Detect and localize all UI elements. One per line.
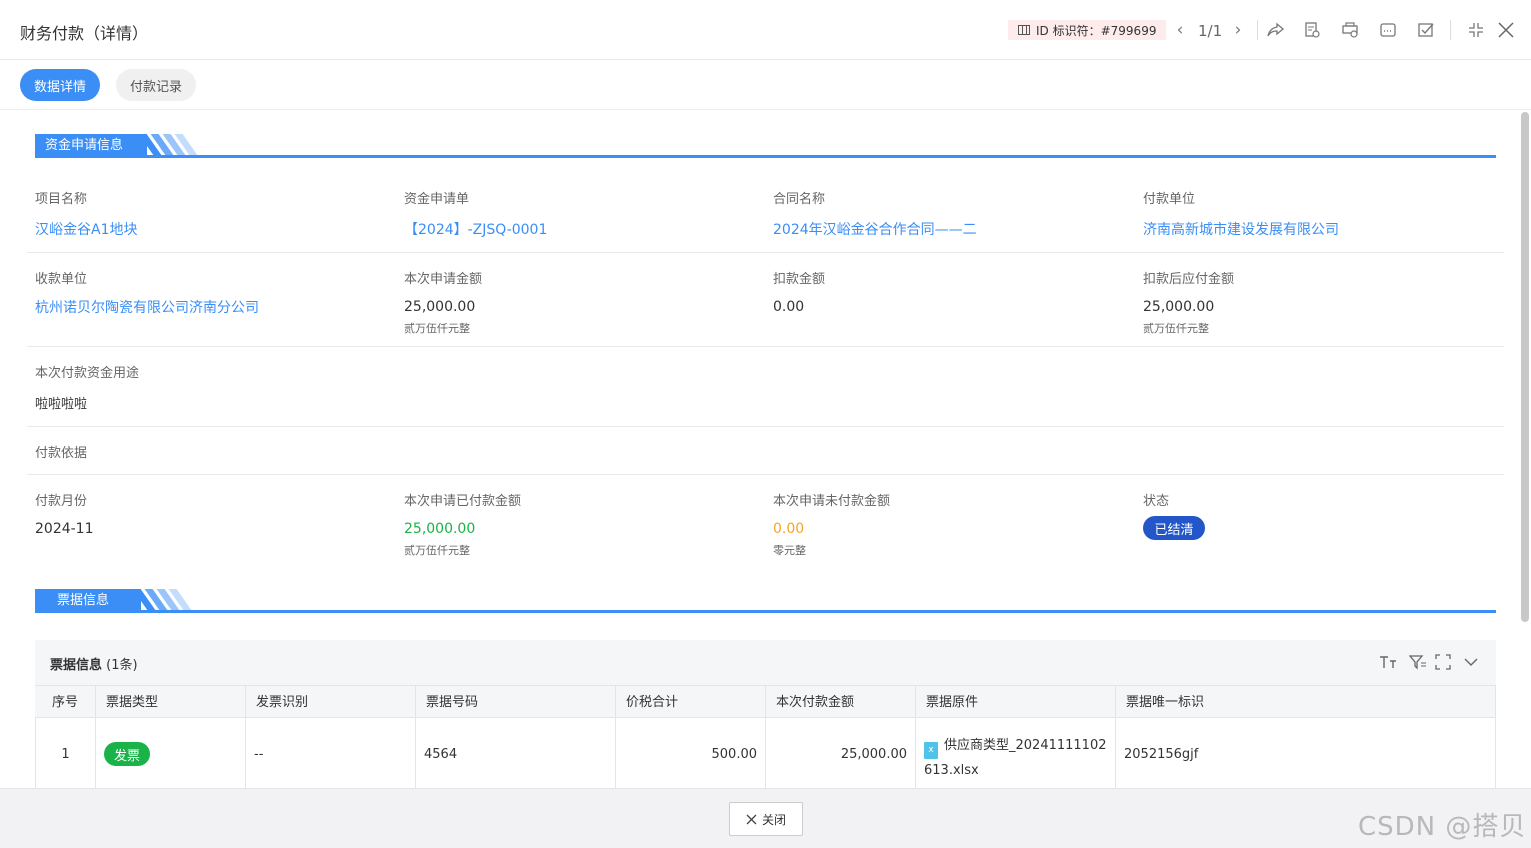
section-title: 票据信息: [35, 589, 141, 613]
share-icon[interactable]: [1266, 20, 1286, 40]
divider: [1450, 20, 1451, 40]
field-label-payable-after: 扣款后应付金额: [1143, 272, 1235, 287]
collapse-icon[interactable]: [1466, 20, 1486, 40]
column-header[interactable]: 价税合计: [616, 686, 766, 719]
footer-bar: 关闭: [0, 788, 1531, 848]
chevron-down-icon[interactable]: [1463, 654, 1479, 674]
field-value-purpose: 啦啦啦啦: [35, 397, 88, 412]
field-value-deduction: 0.00: [773, 299, 805, 315]
checkbox-icon[interactable]: [1416, 20, 1436, 40]
field-value-payer[interactable]: 济南高新城市建设发展有限公司: [1143, 219, 1339, 239]
field-value-contract[interactable]: 2024年汉峪金谷合作合同——二: [773, 219, 977, 239]
tab-payment-record[interactable]: 付款记录: [116, 69, 196, 101]
field-label-pay-month: 付款月份: [35, 494, 88, 509]
field-value-unpaid-amount: 0.00: [773, 521, 805, 537]
cell-file[interactable]: x 供应商类型_20241111102 613.xlsx: [916, 718, 1116, 790]
field-label-payee: 收款单位: [35, 272, 88, 287]
cell-pay-amount: 25,000.00: [766, 718, 916, 790]
close-icon: [746, 814, 757, 824]
filter-settings-icon[interactable]: [1408, 654, 1427, 674]
cell-type: 发票: [96, 718, 246, 790]
field-value-fund-request[interactable]: 【2024】-ZJSQ-0001: [404, 219, 547, 239]
column-header[interactable]: 序号: [35, 686, 96, 719]
font-size-icon[interactable]: [1379, 654, 1397, 674]
amount-in-words: 贰万伍仟元整: [404, 544, 470, 557]
field-label-purpose: 本次付款资金用途: [35, 366, 140, 381]
close-button[interactable]: 关闭: [729, 802, 803, 836]
column-header[interactable]: 本次付款金额: [766, 686, 916, 719]
fullscreen-icon[interactable]: [1435, 654, 1451, 674]
row-divider: [27, 252, 1504, 253]
table-icon: [1018, 25, 1030, 35]
table-title-text: 票据信息: [50, 658, 103, 673]
row-divider: [27, 346, 1504, 347]
section-underline: [35, 610, 1496, 613]
section-header-fund: 资金申请信息: [35, 134, 1496, 158]
tab-bar: 数据详情 付款记录: [0, 60, 1531, 110]
column-header[interactable]: 票据唯一标识: [1116, 686, 1496, 719]
close-icon[interactable]: [1496, 20, 1516, 40]
field-label-payer: 付款单位: [1143, 192, 1196, 207]
cell-unique-id: 2052156gjf: [1116, 718, 1496, 790]
chevron-right-icon[interactable]: ›: [1228, 20, 1248, 40]
field-label-contract: 合同名称: [773, 192, 826, 207]
cell-index: 1: [36, 718, 96, 790]
id-badge-text: ID 标识符：#799699: [1036, 23, 1157, 38]
page-title: 财务付款（详情）: [20, 24, 149, 43]
document-settings-icon[interactable]: [1302, 20, 1322, 40]
page-header: 财务付款（详情） ID 标识符：#799699 ‹ 1/1 ›: [0, 0, 1531, 60]
field-label-status: 状态: [1143, 494, 1170, 509]
field-value-payable-after: 25,000.00: [1143, 299, 1215, 315]
column-header[interactable]: 票据号码: [416, 686, 616, 719]
divider: [1257, 20, 1258, 40]
file-link-line1[interactable]: x 供应商类型_20241111102: [924, 734, 1107, 759]
amount-in-words: 贰万伍仟元整: [1143, 322, 1209, 335]
row-divider: [27, 426, 1504, 427]
amount-in-words: 贰万伍仟元整: [404, 322, 470, 335]
row-divider: [27, 474, 1504, 475]
field-label-unpaid-amount: 本次申请未付款金额: [773, 494, 891, 509]
amount-in-words: 零元整: [773, 544, 806, 557]
field-label-project: 项目名称: [35, 192, 88, 207]
field-value-project[interactable]: 汉峪金谷A1地块: [35, 219, 137, 239]
excel-file-icon: x: [924, 742, 938, 759]
section-title: 资金申请信息: [35, 134, 147, 158]
tab-data-detail[interactable]: 数据详情: [20, 69, 100, 101]
field-label-deduction: 扣款金额: [773, 272, 826, 287]
scrollbar[interactable]: [1521, 112, 1529, 622]
section-header-invoice: 票据信息: [35, 589, 1496, 613]
table-toolbar: 票据信息 (1条): [35, 640, 1496, 685]
table-title: 票据信息 (1条): [50, 654, 138, 673]
invoice-type-badge: 发票: [104, 742, 151, 766]
table-row[interactable]: 1 发票 -- 4564 500.00 25,000.00 x 供应商类型_202…: [35, 718, 1496, 790]
print-settings-icon[interactable]: [1340, 20, 1360, 40]
cell-total: 500.00: [616, 718, 766, 790]
field-value-paid-amount: 25,000.00: [404, 521, 476, 537]
field-label-basis: 付款依据: [35, 446, 88, 461]
field-label-request-amount: 本次申请金额: [404, 272, 483, 287]
invoice-table: 票据信息 (1条) 序号 票据类型 发票识别 票据号码 价税合计 本次付款金额 …: [35, 640, 1496, 790]
section-underline: [35, 155, 1496, 158]
table-header-row: 序号 票据类型 发票识别 票据号码 价税合计 本次付款金额 票据原件 票据唯一标…: [35, 685, 1496, 719]
table-count: (1条): [106, 658, 138, 673]
cell-recognize: --: [246, 718, 416, 790]
pager-text: 1/1: [1198, 22, 1223, 40]
field-label-fund-request: 资金申请单: [404, 192, 470, 207]
field-value-request-amount: 25,000.00: [404, 299, 476, 315]
cell-number: 4564: [416, 718, 616, 790]
field-value-pay-month: 2024-11: [35, 521, 94, 537]
field-label-paid-amount: 本次申请已付款金额: [404, 494, 522, 509]
watermark: CSDN @搭贝: [1358, 812, 1527, 842]
calendar-icon[interactable]: [1378, 20, 1398, 40]
column-header[interactable]: 票据原件: [916, 686, 1116, 719]
column-header[interactable]: 票据类型: [96, 686, 246, 719]
close-button-label: 关闭: [761, 812, 786, 827]
id-badge: ID 标识符：#799699: [1008, 20, 1167, 40]
file-link-line2[interactable]: 613.xlsx: [924, 759, 1107, 783]
column-header[interactable]: 发票识别: [246, 686, 416, 719]
chevron-left-icon[interactable]: ‹: [1170, 20, 1190, 40]
file-name[interactable]: 供应商类型_20241111102: [944, 738, 1106, 753]
field-value-payee[interactable]: 杭州诺贝尔陶瓷有限公司济南分公司: [35, 297, 259, 317]
status-badge: 已结清: [1143, 516, 1205, 540]
